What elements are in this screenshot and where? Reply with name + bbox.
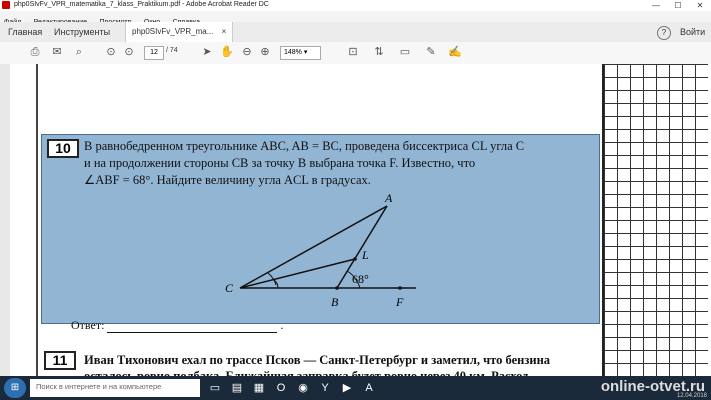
opera-icon[interactable]: O (272, 379, 290, 397)
tab-tools[interactable]: Инструменты (54, 22, 110, 42)
acrobat-taskbar-icon[interactable]: A (360, 379, 378, 397)
close-tab-icon[interactable]: × (222, 27, 227, 36)
task-view-icon[interactable]: ▭ (206, 379, 224, 397)
bisector-cl (239, 258, 356, 289)
fit-page-icon[interactable]: ⊡ (346, 45, 360, 59)
point-b (335, 286, 339, 290)
login-link[interactable]: Войти (680, 22, 705, 42)
taskbar-search[interactable]: Поиск в интернете и на компьютере (30, 379, 200, 397)
select-cursor-icon[interactable]: ➤ (200, 45, 214, 59)
zoom-value: 148% (284, 49, 302, 56)
email-icon[interactable]: ✉ (50, 45, 64, 59)
scroll-mode-icon[interactable]: ⇅ (372, 45, 386, 59)
point-l (353, 257, 357, 261)
chrome-icon[interactable]: ◉ (294, 379, 312, 397)
minimize-button[interactable]: — (645, 0, 667, 11)
page-gutter (0, 64, 10, 376)
task-10-block: 10 В равнобедренном треугольнике ABC, AB… (41, 134, 600, 324)
taskbar-clock: 12.04.2018 (676, 393, 707, 399)
zoom-select[interactable]: 148% ▾ (280, 46, 321, 60)
tab-document-label: php0SIvFv_VPR_ma... (132, 27, 214, 36)
media-icon[interactable]: ▶ (338, 379, 356, 397)
search-icon[interactable]: ⌕ (72, 45, 86, 59)
explorer-icon[interactable]: ▤ (228, 379, 246, 397)
tab-bar: Главная Инструменты php0SIvFv_VPR_ma... … (0, 22, 711, 43)
windows-taskbar: ⊞ Поиск в интернете и на компьютере ▭ ▤ … (0, 376, 711, 400)
zoom-out-icon[interactable]: ⊖ (240, 45, 254, 59)
label-b: B (331, 295, 339, 309)
page-count: / 74 (166, 47, 178, 54)
task-11-number: 11 (44, 351, 76, 370)
answer-label: Ответ: (71, 318, 105, 332)
highlight-icon[interactable]: ✎ (424, 45, 438, 59)
label-l: L (361, 248, 369, 262)
taskbar-search-placeholder: Поиск в интернете и на компьютере (36, 382, 162, 391)
label-c: C (225, 281, 234, 295)
hand-tool-icon[interactable]: ✋ (220, 45, 234, 59)
label-a: A (384, 191, 393, 205)
print-icon[interactable]: ⎙ (28, 45, 42, 59)
answer-row: Ответ: . (71, 318, 284, 333)
triangle-figure: A L C B F 68° (225, 191, 416, 309)
yandex-icon[interactable]: Y (316, 379, 334, 397)
label-f: F (395, 295, 404, 309)
page-margin-line (36, 64, 38, 376)
toolbar: ⎙ ✉ ⌕ ⊙ ⊙ 12 / 74 ➤ ✋ ⊖ ⊕ 148% ▾ ⊡ ⇅ ▭ ✎… (0, 42, 711, 65)
page-number-input[interactable]: 12 (144, 46, 164, 60)
tab-document[interactable]: php0SIvFv_VPR_ma... × (125, 22, 234, 42)
prev-page-icon[interactable]: ⊙ (104, 45, 118, 59)
answer-grid (602, 64, 708, 376)
comment-icon[interactable]: ▭ (398, 45, 412, 59)
task-11-line-2: осталось ровно полбака. Ближайшая заправ… (84, 369, 529, 376)
sign-icon[interactable]: ✍ (448, 45, 462, 59)
close-window-button[interactable]: ✕ (689, 0, 711, 11)
answer-line (107, 322, 278, 333)
tab-home[interactable]: Главная (8, 22, 42, 42)
folder-icon[interactable]: ▦ (250, 379, 268, 397)
task-11-line-1: Иван Тихонович ехал по трассе Псков — Са… (84, 353, 551, 367)
zoom-in-icon[interactable]: ⊕ (258, 45, 272, 59)
start-button[interactable]: ⊞ (4, 378, 26, 398)
acrobat-icon (2, 1, 10, 9)
document-viewer[interactable]: 10 В равнобедренном треугольнике ABC, AB… (0, 64, 711, 376)
help-icon[interactable]: ? (657, 26, 671, 40)
label-angle-68: 68° (352, 272, 369, 286)
point-f (398, 286, 402, 290)
next-page-icon[interactable]: ⊙ (122, 45, 136, 59)
maximize-button[interactable]: ☐ (667, 0, 689, 11)
window-title: php0SIvFv_VPR_matematika_7_klass_Praktik… (14, 1, 269, 8)
